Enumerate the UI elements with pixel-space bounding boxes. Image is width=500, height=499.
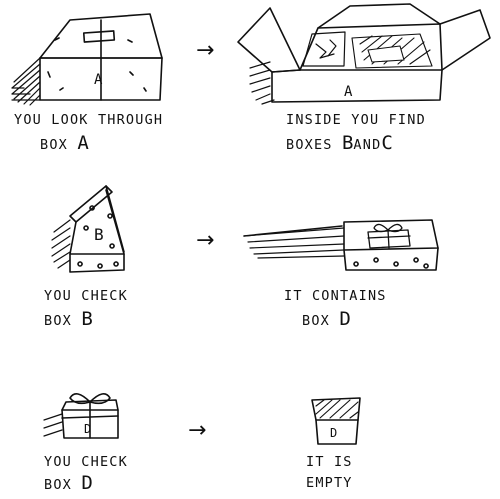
arrow-row-1: →: [196, 38, 215, 63]
caption-step-3-left: YOU CHECK BOX D: [44, 454, 128, 494]
gift-box-d-inside: [367, 223, 411, 249]
gift-box-d-illustration: D: [43, 393, 119, 439]
caption-box-letter: D: [81, 472, 93, 494]
box-contains-d-illustration: [243, 219, 439, 271]
gift-shadow-hatch: [43, 413, 63, 437]
diagram: A A B D D → → → YOU LOOK THROUGH BOX A I…: [0, 0, 500, 499]
open-box-a-illustration: A: [237, 3, 491, 105]
arrow-row-2: →: [196, 228, 215, 253]
caption-line-2: BOX D: [284, 308, 387, 330]
caption-line-1: INSIDE YOU FIND: [286, 112, 426, 128]
caption-line-2: BOXES BANDC: [286, 132, 426, 154]
caption-line-2: EMPTY: [306, 475, 353, 491]
caption-letter-b: B: [341, 132, 354, 154]
caption-box-word: BOX: [44, 477, 72, 493]
caption-box-letter: D: [339, 308, 351, 330]
box-c-inside: [351, 33, 433, 69]
caption-step-1-right: INSIDE YOU FIND BOXES BANDC: [286, 112, 426, 154]
caption-line-1: IT CONTAINS: [284, 288, 387, 304]
box-a-shadow-hatch: [11, 57, 41, 106]
caption-box-letter: A: [77, 132, 89, 154]
caption-box-letter: B: [81, 308, 93, 330]
caption-line-1: YOU LOOK THROUGH: [14, 112, 164, 128]
caption-step-1-left: YOU LOOK THROUGH BOX A: [14, 112, 163, 154]
caption-letter-c: C: [381, 132, 393, 154]
box-b-label: B: [94, 225, 104, 244]
empty-box-d-illustration: D: [311, 397, 361, 445]
caption-line-2: BOX A: [14, 132, 163, 154]
caption-boxes-word: BOXES: [286, 137, 333, 153]
caption-line-1: YOU CHECK: [44, 288, 128, 304]
arrow-row-3: →: [188, 418, 207, 443]
box-a-label: A: [94, 72, 103, 88]
caption-box-word: BOX: [40, 137, 68, 153]
closed-box-a-illustration: A: [11, 13, 163, 106]
caption-line-2: BOX B: [44, 308, 128, 330]
caption-line-1: YOU CHECK: [44, 454, 128, 470]
open-box-a-label: A: [344, 84, 353, 100]
caption-step-2-left: YOU CHECK BOX B: [44, 288, 128, 330]
open-box-shadow-hatch: [249, 61, 275, 105]
empty-box-d-label: D: [330, 426, 337, 440]
flap-hatch: [243, 227, 345, 259]
box-b-illustration: B: [51, 185, 125, 273]
illustrations: A A B D D: [11, 3, 491, 445]
caption-step-2-right: IT CONTAINS BOX D: [284, 288, 387, 330]
caption-and-word: AND: [353, 137, 382, 153]
box-b-shadow-hatch: [51, 219, 71, 269]
gift-box-d-label: D: [84, 422, 91, 436]
caption-box-word: BOX: [44, 313, 72, 329]
empty-box-interior-hatch: [315, 399, 359, 419]
caption-line-1: IT IS: [306, 454, 353, 470]
caption-line-2: BOX D: [44, 472, 128, 494]
caption-step-3-right: IT IS EMPTY: [306, 454, 353, 492]
caption-box-word: BOX: [302, 313, 330, 329]
